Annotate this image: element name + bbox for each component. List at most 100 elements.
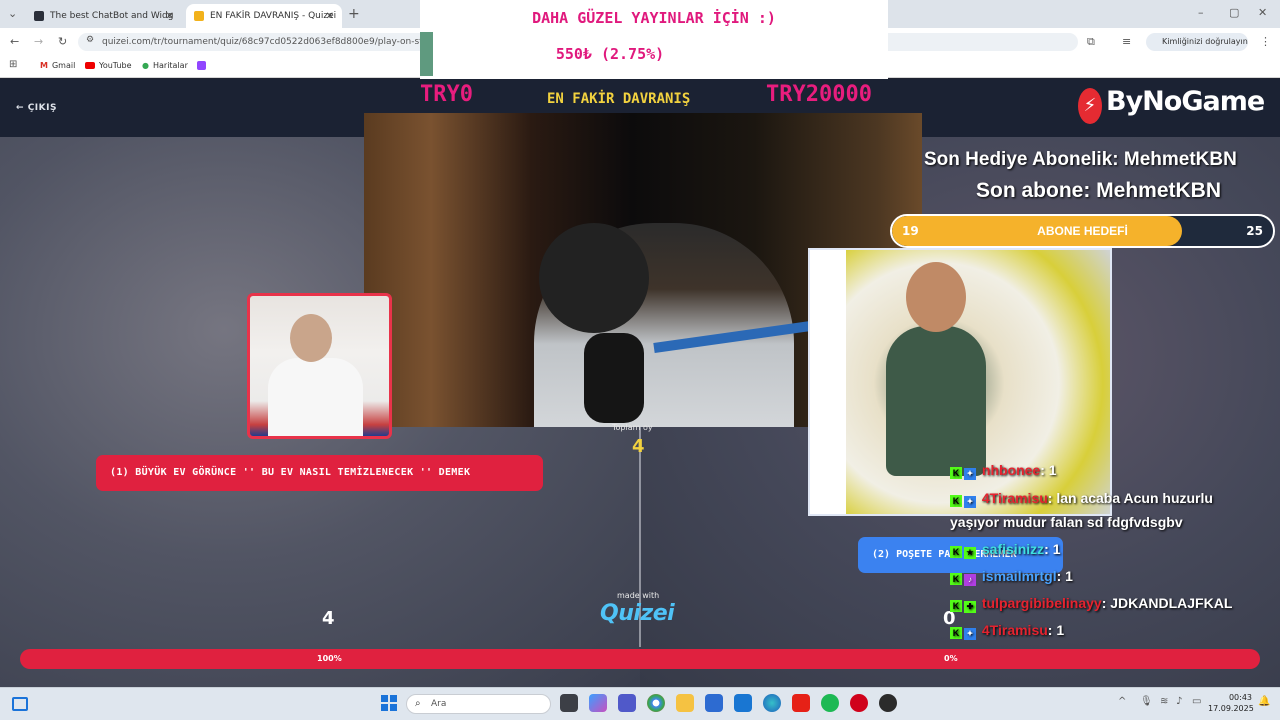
option-1-votes: 4 — [322, 608, 335, 629]
chat-message: K ✦ nhbonee: 1 — [950, 462, 1057, 480]
option-2-percent: 0% — [944, 654, 958, 663]
chat-username[interactable]: safisinizz — [982, 541, 1044, 557]
subscriber-goal-target: 25 — [1246, 224, 1263, 238]
widgets-icon[interactable] — [12, 697, 28, 711]
option-1-percent: 100% — [317, 654, 342, 663]
site-info-icon[interactable]: ⚙ — [86, 36, 94, 45]
bookmark-twitch[interactable] — [197, 61, 206, 70]
chat-badges: K ✦ — [950, 463, 976, 480]
last-gift-sub: Son Hediye Abonelik: MehmetKBN — [924, 149, 1237, 170]
bookmark-gmail[interactable]: M Gmail — [40, 61, 75, 70]
task-view-icon[interactable] — [560, 694, 578, 712]
tab-label: EN FAKİR DAVRANIŞ - Quizei — [210, 11, 337, 21]
chat-message: K ♪ ismailmrtgl: 1 — [950, 568, 1073, 586]
apps-icon[interactable]: ⊞ — [9, 60, 17, 70]
chat-text: : 1 — [1040, 462, 1057, 478]
bookmark-label: Haritalar — [152, 61, 188, 70]
chat-username[interactable]: 4Tiramisu — [982, 622, 1048, 638]
chat-badges: K ♪ — [950, 569, 976, 586]
chat-username[interactable]: tulpargibibelinayy — [982, 595, 1102, 611]
exit-button[interactable]: ← ÇIKIŞ — [16, 103, 57, 113]
media-icon[interactable]: ≡ — [1122, 36, 1131, 47]
photo-person-body — [886, 326, 986, 476]
tab-label: The best ChatBot and Widg — [50, 11, 174, 21]
tab-list-icon[interactable]: ⌄ — [8, 8, 17, 19]
search-icon: ⌕ — [415, 698, 421, 709]
forward-icon[interactable]: → — [34, 36, 43, 47]
youtube-icon — [85, 62, 95, 69]
tray-expand-icon[interactable]: ^ — [1118, 697, 1126, 707]
quizei-logo[interactable]: Quizei — [600, 601, 675, 626]
close-window-icon[interactable]: ✕ — [1258, 7, 1267, 18]
back-icon[interactable]: ← — [10, 36, 19, 47]
plus-badge-icon: ✚ — [964, 600, 976, 613]
wifi-icon[interactable]: ≋ — [1160, 697, 1168, 707]
search-placeholder: Ara — [431, 699, 447, 709]
kick-badge-icon: K — [950, 466, 962, 479]
reload-icon[interactable]: ↻ — [58, 36, 67, 47]
kick-badge-icon: K — [950, 626, 962, 639]
total-votes-value: 4 — [632, 436, 645, 457]
chat-username[interactable]: 4Tiramisu — [982, 490, 1048, 506]
windows-start-icon[interactable] — [381, 695, 397, 711]
chatbot-favicon-icon — [34, 11, 44, 21]
copilot-icon[interactable] — [589, 694, 607, 712]
close-tab-icon[interactable]: ✕ — [166, 11, 174, 22]
file-explorer-icon[interactable] — [676, 694, 694, 712]
bookmark-label: YouTube — [99, 61, 132, 70]
tab-chatbot[interactable]: The best ChatBot and Widg ✕ — [26, 4, 182, 28]
clock-date: 17.09.2025 — [1208, 704, 1254, 713]
store-icon[interactable] — [705, 694, 723, 712]
chat-badges: K ★ — [950, 542, 976, 559]
battery-icon[interactable]: ▭ — [1192, 697, 1201, 707]
star-badge-icon: ★ — [964, 546, 976, 559]
spotify-icon[interactable] — [821, 694, 839, 712]
youtube-app-icon[interactable] — [792, 694, 810, 712]
gmail-icon: M — [40, 61, 48, 70]
video-person-body — [268, 358, 363, 436]
option-1-button[interactable]: (1) BÜYÜK EV GÖRÜNCE '' BU EV NASIL TEMİ… — [96, 455, 543, 491]
menu-icon[interactable]: ⋮ — [1260, 36, 1271, 47]
sub-badge-icon: ✦ — [964, 495, 976, 508]
bookmark-youtube[interactable]: YouTube — [85, 61, 132, 70]
total-votes-label: Toplam oy — [612, 423, 653, 432]
restore-icon[interactable]: ▢ — [1229, 7, 1239, 18]
extensions-icon[interactable]: ⧉ — [1087, 36, 1095, 47]
system-clock[interactable]: 00:43 17.09.2025 — [1208, 692, 1254, 714]
mail-icon[interactable] — [734, 694, 752, 712]
chrome-icon[interactable] — [647, 694, 665, 712]
arrow-left-icon: ← — [16, 103, 25, 113]
chat-text: : 1 — [1044, 541, 1061, 557]
teams-icon[interactable] — [618, 694, 636, 712]
kick-badge-icon: K — [950, 599, 962, 612]
twitch-icon — [197, 61, 206, 70]
video-person-face — [290, 314, 332, 362]
chat-text: : lan acaba Acun huzurlu — [1047, 490, 1213, 506]
kick-badge-icon: K — [950, 572, 962, 585]
verify-identity-button[interactable]: Kimliğinizi doğrulayın — [1146, 33, 1248, 51]
microphone-icon[interactable]: 🎙 — [1140, 697, 1153, 707]
edge-icon[interactable] — [763, 694, 781, 712]
minimize-icon[interactable]: – — [1198, 7, 1204, 18]
taskbar-search[interactable]: ⌕ Ara — [406, 694, 551, 714]
chat-text: : JDKANDLAJFKAL — [1101, 595, 1233, 611]
new-tab-icon[interactable]: + — [348, 7, 360, 21]
chat-username[interactable]: nhbonee — [982, 462, 1040, 478]
subscriber-goal-current: 19 — [902, 224, 919, 238]
donation-goal-start: TRY0 — [420, 82, 473, 107]
close-tab-icon[interactable]: ✕ — [326, 11, 334, 22]
kick-badge-icon: K — [950, 494, 962, 507]
chat-username[interactable]: ismailmrtgl — [982, 568, 1057, 584]
chat-text: yaşıyor mudur falan sd fdgfvdsgbv — [950, 514, 1183, 530]
bookmark-label: Gmail — [51, 61, 76, 70]
tab-quizei[interactable]: EN FAKİR DAVRANIŞ - Quizei ✕ — [186, 4, 342, 28]
notifications-icon[interactable]: 🔔 — [1258, 697, 1270, 707]
kick-badge-icon: K — [950, 545, 962, 558]
donation-goal-end: TRY20000 — [766, 82, 872, 107]
media-player-icon[interactable] — [850, 694, 868, 712]
bookmark-maps[interactable]: ● Haritalar — [142, 61, 188, 70]
windows-taskbar — [0, 687, 1280, 720]
chat-message: K ✦ 4Tiramisu: lan acaba Acun huzurlu — [950, 490, 1213, 508]
volume-icon[interactable]: ♪ — [1176, 697, 1182, 707]
obs-icon[interactable] — [879, 694, 897, 712]
